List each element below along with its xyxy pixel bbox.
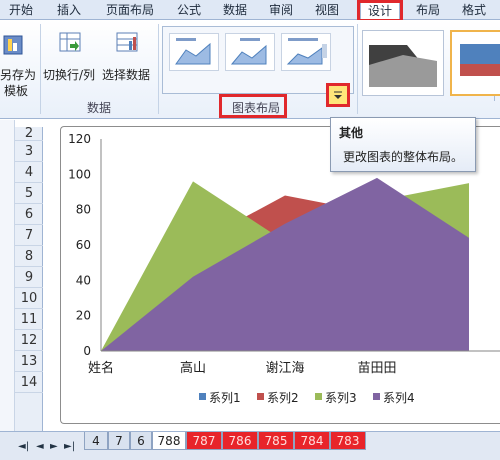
legend-label: 系列1 [209,391,241,405]
chart-layout-option-3[interactable] [281,33,331,71]
row-header[interactable]: 3 [15,141,43,162]
sheet-tab[interactable]: 786 [222,432,258,450]
switch-row-column-label: 切换行/列 [43,68,96,82]
row-header[interactable]: 7 [15,225,43,246]
separator [158,24,159,114]
chart-style-option-1[interactable] [362,30,444,96]
row-header[interactable]: 12 [15,330,43,351]
y-tick-label: 0 [83,344,91,358]
data-group-label: 数据 [86,101,111,115]
tooltip: 其他 更改图表的整体布局。 [330,117,476,172]
legend-swatch [373,393,380,400]
layout-thumbnail-icon [175,38,211,65]
layout-thumbnail-icon [230,38,267,65]
x-tick-label: 高山 [180,360,206,376]
chart-style-option-2[interactable] [450,30,500,96]
sheet-tab[interactable]: 783 [330,432,366,450]
row-header[interactable]: 14 [15,372,43,393]
select-data-button[interactable]: 选择数据 [102,24,156,94]
y-tick-label: 40 [76,273,91,287]
save-template-label-2: 模板 [4,84,29,98]
tab-layout[interactable]: 布局 [410,1,446,19]
save-template-label-1: 另存为 [0,68,37,82]
select-data-icon [116,32,138,52]
sheet-tab[interactable]: 7 [108,432,130,450]
y-tick-label: 80 [76,203,91,217]
row-headers: 2 3 4 5 6 7 8 9 10 11 12 13 14 [15,127,43,431]
sheet-tab[interactable]: 788 [152,432,186,450]
tab-format[interactable]: 格式 [456,1,492,19]
more-layouts-button[interactable] [326,83,350,107]
chart-layout-option-1[interactable] [169,33,219,71]
sheet-left-strip [0,120,15,431]
row-header[interactable]: 11 [15,309,43,330]
design-tab-highlight [357,0,403,22]
y-tick-label: 60 [76,238,91,252]
legend-label: 系列2 [267,391,299,405]
row-header[interactable]: 2 [15,127,43,141]
switch-row-column-icon [59,32,81,52]
y-tick-label: 20 [76,309,91,323]
legend-swatch [257,393,264,400]
style-thumbnail-icon [369,45,437,87]
tab-formulas[interactable]: 公式 [172,1,206,19]
sheet-tab[interactable]: 784 [294,432,330,450]
sheet-tab[interactable]: 787 [186,432,222,450]
tab-insert[interactable]: 插入 [50,1,88,19]
tooltip-body: 更改图表的整体布局。 [343,150,464,164]
more-dropdown-icon [334,91,342,99]
switch-row-column-button[interactable]: 切换行/列 [43,24,101,94]
chart-layout-highlight [219,94,287,118]
style-thumbnail-icon [460,44,500,76]
tooltip-title: 其他 [339,126,364,140]
prev-sheet-icon[interactable]: ◄ [36,441,44,452]
legend-label: 系列3 [325,391,357,405]
sheet-tab[interactable]: 785 [258,432,294,450]
chart-layout-option-2[interactable] [225,33,275,71]
sheet-tab[interactable]: 4 [84,432,108,450]
tab-page-layout[interactable]: 页面布局 [98,1,162,19]
ribbon: 另存为 模板 切换行/列 选择数据 数据 图表布局 [0,20,500,119]
first-sheet-icon[interactable]: ◄| [18,441,29,452]
legend-swatch [315,393,322,400]
x-tick-label: 谢江海 [265,360,304,376]
y-tick-label: 120 [68,132,91,146]
y-tick-label: 100 [68,167,91,181]
last-sheet-icon[interactable]: ►| [64,441,75,452]
save-as-template-button[interactable]: 另存为 模板 [0,24,37,98]
row-header[interactable]: 8 [15,246,43,267]
separator [357,24,358,114]
x-tick-label: 姓名 [88,360,114,376]
legend-label: 系列4 [383,391,415,405]
next-sheet-icon[interactable]: ► [50,441,58,452]
row-header[interactable]: 9 [15,267,43,288]
save-template-icon [3,35,23,55]
row-header[interactable]: 10 [15,288,43,309]
layout-thumbnail-icon [286,38,327,65]
tab-review[interactable]: 审阅 [264,1,298,19]
sheet-tab-bar: ◄| ◄ ► ►| 4 7 6 788 787 786 785 784 783 [0,431,500,460]
tab-data[interactable]: 数据 [218,1,252,19]
separator [40,24,41,114]
legend-swatch [199,393,206,400]
sheet-tab[interactable]: 6 [130,432,152,450]
tab-home[interactable]: 开始 [2,1,40,19]
tab-view[interactable]: 视图 [310,1,344,19]
row-header[interactable]: 13 [15,351,43,372]
row-header[interactable]: 4 [15,162,43,183]
row-header[interactable]: 5 [15,183,43,204]
row-header[interactable]: 6 [15,204,43,225]
select-data-label: 选择数据 [102,68,151,82]
ribbon-tab-row: 开始 插入 页面布局 公式 数据 审阅 视图 设计 布局 格式 [0,0,500,20]
x-tick-label: 苗田田 [357,361,396,376]
